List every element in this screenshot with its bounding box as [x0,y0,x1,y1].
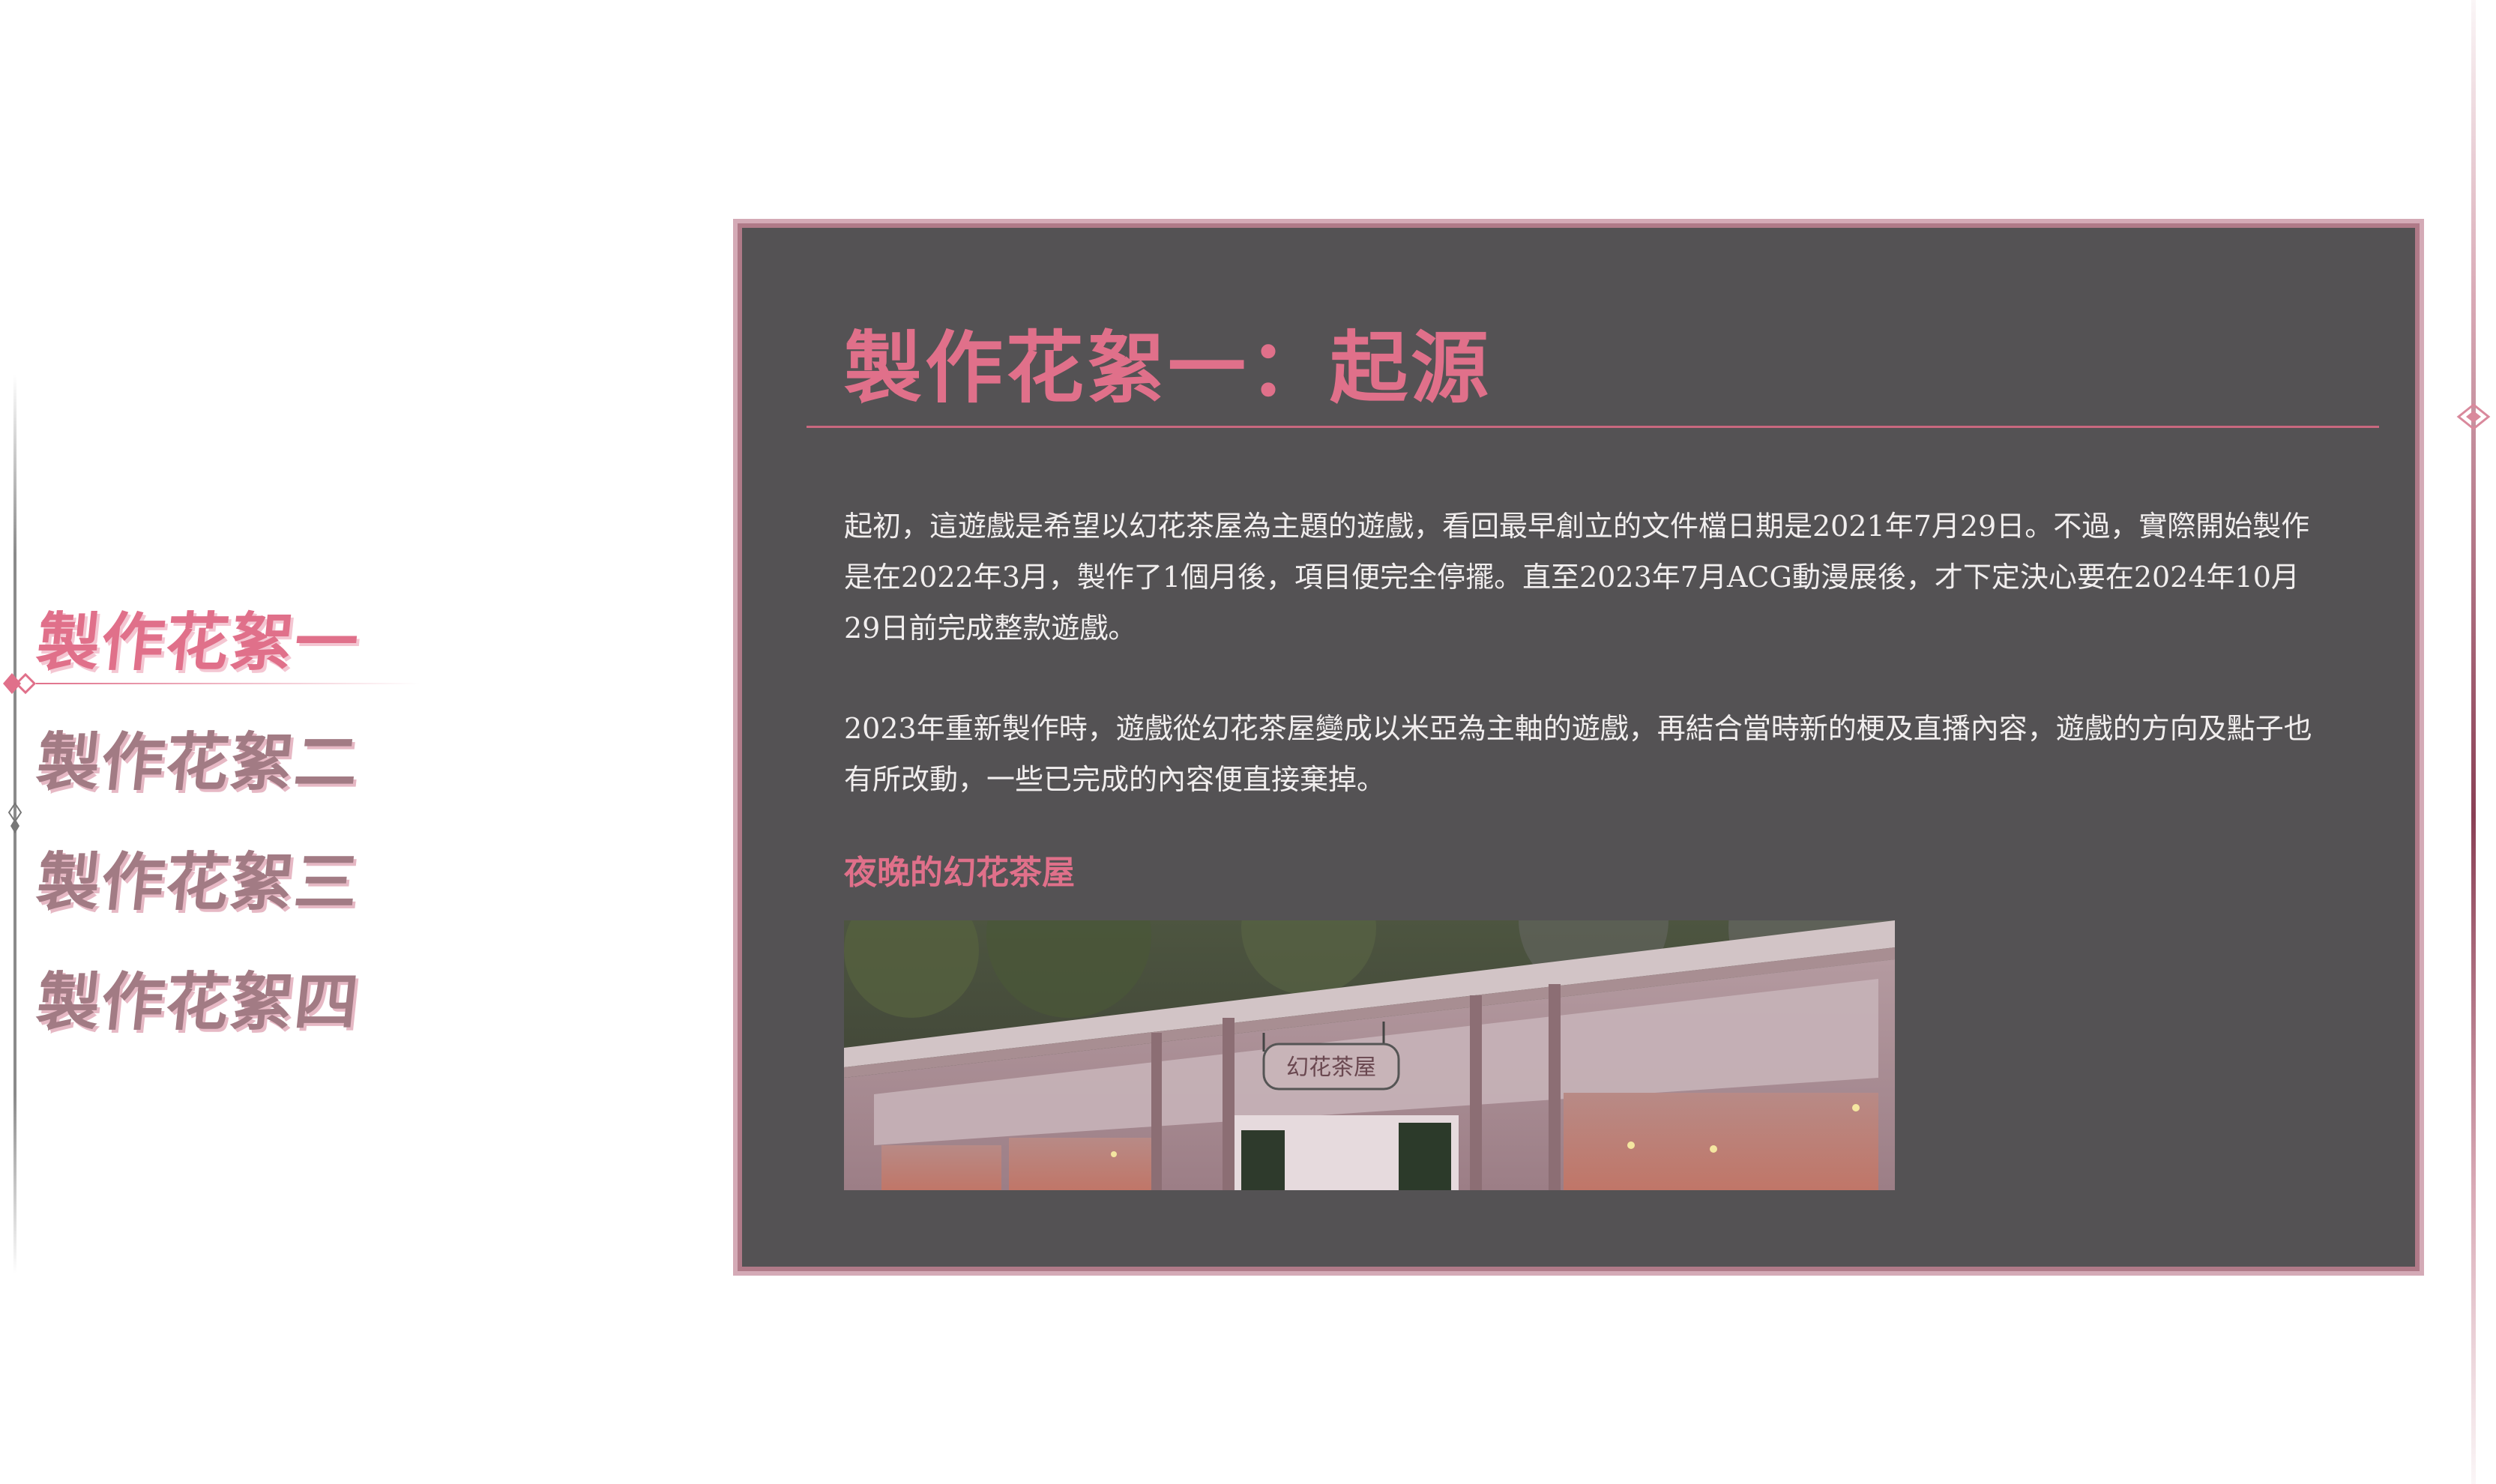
nav-item-label: 製作花絮二 [33,725,364,799]
nav-item-label: 製作花絮四 [33,965,364,1039]
nav-item-chapter-1[interactable]: 製作花絮一 [3,577,420,697]
article-paragraph: 2023年重新製作時，遊戲從幻花茶屋變成以米亞為主軸的遊戲，再結合當時新的梗及直… [844,712,2312,796]
article-card: 製作花絮一：起源 起初，這遊戲是希望以幻花茶屋為主題的遊戲，看回最早創立的文件檔… [733,219,2424,1276]
diamond-ornament-icon [2456,403,2491,430]
chapter-nav: 製作花絮一 製作花絮二 製作花絮三 製作花絮四 [3,577,420,1057]
nav-item-chapter-3[interactable]: 製作花絮三 [33,817,397,937]
teahouse-night-image: 幻花茶屋 [844,920,1895,1190]
title-divider [807,426,2379,428]
article-title: 製作花絮一：起源 [844,322,1492,414]
nav-item-label: 製作花絮三 [33,845,364,919]
nav-diamond-ornament-icon [7,802,22,833]
teahouse-photo: 幻花茶屋 [844,920,1895,1190]
diamond-marker-icon [3,672,36,695]
active-indicator [0,667,420,700]
right-edge-rail [2471,0,2476,1484]
nav-item-chapter-4[interactable]: 製作花絮四 [33,937,397,1057]
image-caption: 夜晚的幻花茶屋 [844,854,1075,892]
page: 製作花絮一 製作花絮二 製作花絮三 製作花絮四 製作花絮一：起源 起初，這遊戲是… [0,0,2496,1484]
article-paragraph: 起初，這遊戲是希望以幻花茶屋為主題的遊戲，看回最早創立的文件檔日期是2021年7… [844,510,2310,645]
teahouse-sign-text: 幻花茶屋 [1286,1055,1376,1081]
nav-item-chapter-2[interactable]: 製作花絮二 [33,697,397,817]
